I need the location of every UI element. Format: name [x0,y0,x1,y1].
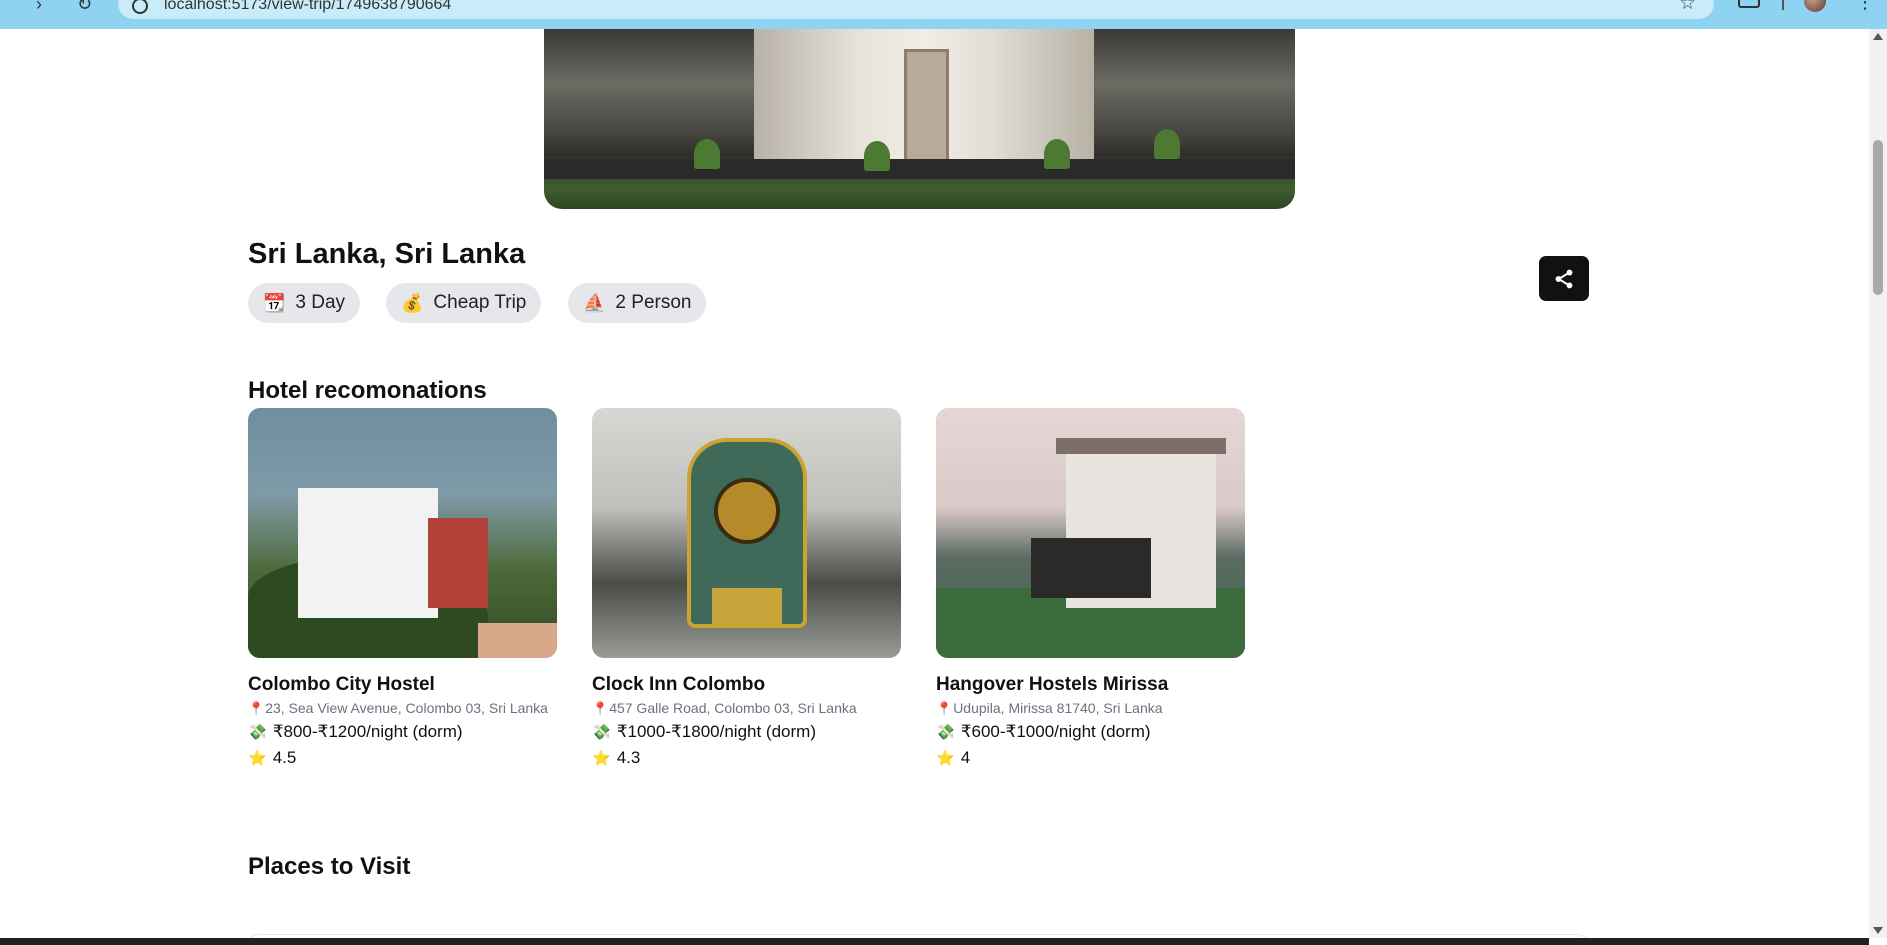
chip-travelers: ⛵ 2 Person [568,283,707,323]
chip-days: 📆 3 Day [248,283,361,323]
building-shape [298,488,438,618]
chip-travelers-label: 2 Person [615,292,692,313]
hotel-price: 💸 ₹800-₹1200/night (dorm) [248,721,557,744]
bookmark-star-icon[interactable]: ☆ [1679,0,1696,15]
toolbar-divider [1782,0,1784,10]
trip-title: Sri Lanka, Sri Lanka [248,238,526,270]
hero-plant-shape [1044,139,1070,169]
roof-shape [478,623,557,658]
hotel-card[interactable]: Hangover Hostels Mirissa 📍Udupila, Miris… [936,408,1245,770]
hotel-rating: ⭐ 4.3 [592,747,901,770]
chip-budget-label: Cheap Trip [433,292,527,313]
hotel-name: Colombo City Hostel [248,674,435,695]
sailboat-icon: ⛵ [583,292,606,313]
hotel-card[interactable]: Clock Inn Colombo 📍457 Galle Road, Colom… [592,408,901,770]
address-bar[interactable]: localhost:5173/view-trip/1749638790664 ☆ [118,0,1714,19]
money-icon: 💸 [248,724,267,741]
scrollbar-thumb[interactable] [1873,140,1883,295]
roof-shape [1056,438,1226,454]
chip-days-label: 3 Day [295,292,346,313]
scroll-up-arrow-icon[interactable] [1873,33,1883,40]
hotel-price-text: ₹800-₹1200/night (dorm) [272,722,463,741]
hotel-rating: ⭐ 4.5 [248,747,557,770]
hotel-price: 💸 ₹600-₹1000/night (dorm) [936,721,1245,744]
hotel-address: 📍Udupila, Mirissa 81740, Sri Lanka [936,699,1245,718]
destination-hero-image [544,29,1295,209]
chip-budget: 💰 Cheap Trip [386,283,542,323]
hotel-image[interactable] [936,408,1245,658]
hero-plant-shape [1154,129,1180,159]
money-icon: 💸 [936,724,955,741]
share-icon [1555,269,1573,288]
hotel-price-text: ₹600-₹1000/night (dorm) [960,722,1151,741]
hero-plant-shape [864,141,890,171]
browser-toolbar: › ↻ localhost:5173/view-trip/17496387906… [0,0,1887,29]
hotel-name: Clock Inn Colombo [592,674,766,695]
hotel-price-text: ₹1000-₹1800/night (dorm) [616,722,816,741]
money-icon: 💸 [592,724,611,741]
profile-avatar[interactable] [1804,0,1826,12]
star-icon: ⭐ [936,750,955,767]
hotel-rating-text: 4.3 [616,748,641,767]
hotel-rating-text: 4.5 [272,748,297,767]
hotels-heading: Hotel recomonations [248,377,487,404]
hotel-name: Hangover Hostels Mirissa [936,674,1169,695]
page-scrollbar[interactable] [1869,29,1887,938]
clock-face-shape [714,478,780,544]
money-bag-icon: 💰 [401,292,424,313]
hotel-rating: ⭐ 4 [936,747,1245,770]
address-bar-url[interactable]: localhost:5173/view-trip/1749638790664 [164,0,451,14]
hotel-price: 💸 ₹1000-₹1800/night (dorm) [592,721,901,744]
site-info-icon[interactable] [132,0,148,14]
hotel-rating-text: 4 [960,748,971,767]
plaque-shape [712,588,782,626]
hotel-address-text: 457 Galle Road, Colombo 03, Sri Lanka [609,700,857,716]
building-shape [428,518,488,608]
star-icon: ⭐ [592,750,611,767]
hotel-address-text: Udupila, Mirissa 81740, Sri Lanka [953,700,1163,716]
reload-icon[interactable]: ↻ [77,0,92,15]
back-icon[interactable]: › [36,0,42,15]
hotel-image[interactable] [592,408,901,658]
scroll-down-arrow-icon[interactable] [1873,927,1883,934]
calendar-icon: 📆 [263,292,286,313]
places-heading: Places to Visit [248,853,411,880]
hotel-card[interactable]: Colombo City Hostel 📍23, Sea View Avenue… [248,408,557,770]
hotel-address-text: 23, Sea View Avenue, Colombo 03, Sri Lan… [265,700,548,716]
hero-door-shape [904,49,949,169]
hotel-address: 📍23, Sea View Avenue, Colombo 03, Sri La… [248,699,557,718]
taskbar-edge [0,938,1869,945]
hotel-address: 📍457 Galle Road, Colombo 03, Sri Lanka [592,699,901,718]
hero-plant-shape [694,139,720,169]
pin-icon: 📍 [936,701,953,716]
hotel-image[interactable] [248,408,557,658]
browser-menu-icon[interactable]: ⋮ [1856,0,1874,13]
pin-icon: 📍 [592,701,609,716]
share-button[interactable] [1539,256,1589,301]
pin-icon: 📍 [248,701,265,716]
balcony-shape [1031,538,1151,598]
hero-base-shape [544,159,1295,179]
extensions-icon[interactable] [1738,0,1760,8]
star-icon: ⭐ [248,750,267,767]
